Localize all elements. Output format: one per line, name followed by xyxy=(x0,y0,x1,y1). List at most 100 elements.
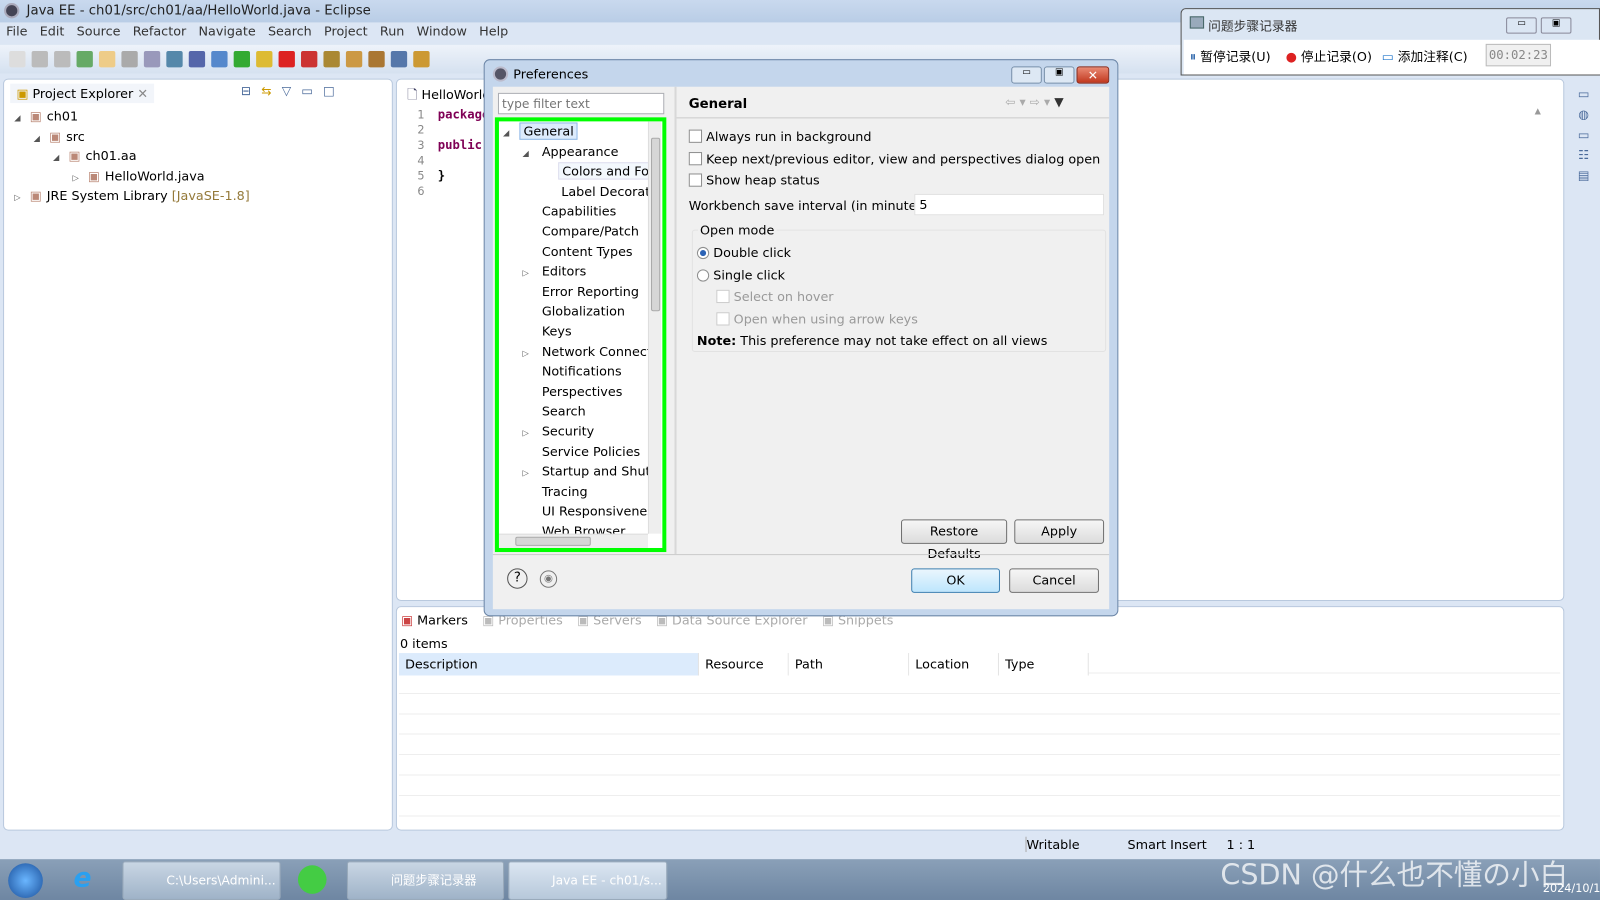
toolbar-button-icon[interactable] xyxy=(390,51,408,68)
restore-icon[interactable]: ▭ xyxy=(1569,124,1598,144)
toolbar-button-icon[interactable] xyxy=(143,51,161,68)
toolbar-button-icon[interactable] xyxy=(278,51,295,68)
toolbar-button-icon[interactable] xyxy=(345,51,363,68)
menu-project[interactable]: Project xyxy=(318,22,374,39)
preference-tree-item[interactable]: Keys xyxy=(522,323,574,338)
keep-dialog-open-checkbox[interactable]: Keep next/previous editor, view and pers… xyxy=(688,151,1100,166)
back-menu-icon[interactable]: ▾ xyxy=(1019,95,1029,109)
toolbar-button-icon[interactable] xyxy=(166,51,183,68)
preference-tree-item[interactable]: Service Policies xyxy=(522,443,643,458)
toolbar-button-icon[interactable] xyxy=(98,51,116,68)
minimize-icon[interactable]: ▭ xyxy=(301,84,323,98)
code-line[interactable]: } xyxy=(438,168,445,182)
cancel-button[interactable]: Cancel xyxy=(1009,568,1099,593)
expanded-arrow-icon[interactable]: ◢ xyxy=(53,153,63,162)
save-interval-input[interactable] xyxy=(914,193,1105,216)
filter-input[interactable] xyxy=(497,92,665,115)
menu-search[interactable]: Search xyxy=(262,22,318,39)
menu-edit[interactable]: Edit xyxy=(34,22,71,39)
preference-tree-item[interactable]: Perspectives xyxy=(522,383,625,398)
app-icon[interactable] xyxy=(297,865,327,894)
task-list-icon[interactable]: ▤ xyxy=(1569,165,1598,185)
preference-tree-item[interactable]: Search xyxy=(522,403,588,418)
maximize-icon[interactable]: □ xyxy=(323,84,345,98)
toolbar-button-icon[interactable] xyxy=(76,51,93,68)
tree-item[interactable]: ◢ ▣ ch01.aa xyxy=(53,148,136,163)
toolbar-button-icon[interactable] xyxy=(54,51,71,68)
preference-tree-item[interactable]: ▷ Editors xyxy=(522,263,589,278)
always-run-background-checkbox[interactable]: Always run in background xyxy=(688,129,871,144)
stop-recording-button[interactable]: ● 停止记录(O) xyxy=(1286,46,1372,65)
toolbar-button-icon[interactable] xyxy=(188,51,206,68)
column-header-path[interactable]: Path xyxy=(788,653,910,676)
back-icon[interactable]: ⇦ xyxy=(1005,95,1019,109)
ok-button[interactable]: OK xyxy=(911,568,1000,593)
tree-item[interactable]: ▷ ▣ JRE System Library [JavaSE-1.8] xyxy=(14,188,249,203)
collapsed-arrow-icon[interactable]: ▷ xyxy=(522,429,532,438)
recorder-minimize-button[interactable]: ▭ xyxy=(1506,17,1537,34)
ie-icon[interactable]: e xyxy=(73,863,91,894)
expanded-arrow-icon[interactable]: ◢ xyxy=(34,133,44,142)
forward-menu-icon[interactable]: ▾ xyxy=(1044,95,1054,109)
link-editor-icon[interactable]: ⇆ xyxy=(261,84,281,98)
globe-icon[interactable]: ◍ xyxy=(1569,104,1598,124)
menu-navigate[interactable]: Navigate xyxy=(192,22,261,39)
expanded-arrow-icon[interactable]: ◢ xyxy=(522,149,532,158)
select-on-hover-checkbox[interactable]: Select on hover xyxy=(716,289,834,304)
expanded-arrow-icon[interactable]: ◢ xyxy=(503,129,513,138)
collapsed-arrow-icon[interactable]: ▷ xyxy=(522,269,532,278)
toolbar-button-icon[interactable] xyxy=(413,51,430,68)
show-heap-status-checkbox[interactable]: Show heap status xyxy=(688,172,820,188)
editor-vertical-scrollbar[interactable]: ▲ xyxy=(1535,106,1551,579)
taskbar-steps-recorder[interactable]: 问题步骤记录器 xyxy=(346,861,505,900)
menu-run[interactable]: Run xyxy=(374,22,411,39)
toolbar-button-icon[interactable] xyxy=(301,51,318,68)
preference-tree-item[interactable]: Compare/Patch xyxy=(522,223,642,238)
tab-markers[interactable]: ▣ Markers xyxy=(401,612,468,627)
restore-icon[interactable]: ▭ xyxy=(1569,84,1598,104)
code-line[interactable]: package xyxy=(438,107,490,121)
close-icon[interactable]: ✕ xyxy=(137,86,148,101)
import-export-icon[interactable]: ◉ xyxy=(539,570,558,588)
preference-tree-item[interactable]: ▷ Network Connecti xyxy=(522,343,658,358)
menu-help[interactable]: Help xyxy=(473,22,514,39)
tree-item[interactable]: ▷ ▣ HelloWorld.java xyxy=(72,168,204,183)
preference-tree-item[interactable]: Label Decoratio xyxy=(542,183,662,198)
preference-tree-item[interactable]: ◢ General xyxy=(503,122,578,140)
preference-tree-item[interactable]: ▷ Security xyxy=(522,423,597,438)
dialog-close-button[interactable]: ✕ xyxy=(1076,66,1110,84)
open-arrow-keys-checkbox[interactable]: Open when using arrow keys xyxy=(716,311,918,327)
tree-item[interactable]: ◢ ▣ ch01 xyxy=(14,108,78,123)
dialog-minimize-button[interactable]: ▭ xyxy=(1011,66,1042,84)
view-menu-icon[interactable]: ▼ xyxy=(1054,95,1068,109)
collapsed-arrow-icon[interactable]: ▷ xyxy=(14,193,24,202)
preference-tree-item[interactable]: ▷ Startup and Shutd xyxy=(522,463,661,478)
preference-tree-item[interactable]: Notifications xyxy=(522,363,624,378)
add-comment-button[interactable]: ▭ 添加注释(C) xyxy=(1382,46,1468,65)
tab-project-explorer[interactable]: ▣ Project Explorer ✕ xyxy=(10,83,155,104)
preference-tree-item[interactable]: Colors and For xyxy=(542,162,659,180)
outline-icon[interactable]: ☷ xyxy=(1569,145,1598,165)
preference-tree-item[interactable]: Error Reporting xyxy=(522,283,642,298)
toolbar-button-icon[interactable] xyxy=(31,51,48,68)
collapse-all-icon[interactable]: ⊟ xyxy=(241,84,261,98)
column-header-type[interactable]: Type xyxy=(998,653,1089,676)
double-click-radio[interactable]: Double click xyxy=(696,245,791,260)
preference-tree-item[interactable]: Tracing xyxy=(522,483,590,498)
menu-file[interactable]: File xyxy=(0,22,34,39)
help-icon[interactable]: ? xyxy=(507,568,528,589)
preference-tree-item[interactable]: Capabilities xyxy=(522,203,619,218)
pause-recording-button[interactable]: ⏸ 暂停记录(U) xyxy=(1190,46,1271,65)
column-header-description[interactable]: Description xyxy=(398,653,699,676)
tab-helloworld[interactable]: 🗋 HelloWorld xyxy=(403,84,494,110)
view-menu-icon[interactable]: ▽ xyxy=(282,84,302,98)
preference-tree-item[interactable]: ◢ Appearance xyxy=(522,143,621,158)
toolbar-button-icon[interactable] xyxy=(121,51,138,68)
menu-refactor[interactable]: Refactor xyxy=(127,22,193,39)
recorder-maximize-button[interactable]: ▣ xyxy=(1540,17,1572,34)
taskbar-explorer[interactable]: C:\Users\Admini... xyxy=(122,861,281,900)
taskbar-eclipse[interactable]: Java EE - ch01/s... xyxy=(508,861,668,900)
toolbar-button-icon[interactable] xyxy=(368,51,385,68)
preference-tree-item[interactable]: UI Responsiveness xyxy=(522,503,662,518)
preference-tree-item[interactable]: Content Types xyxy=(522,243,635,258)
